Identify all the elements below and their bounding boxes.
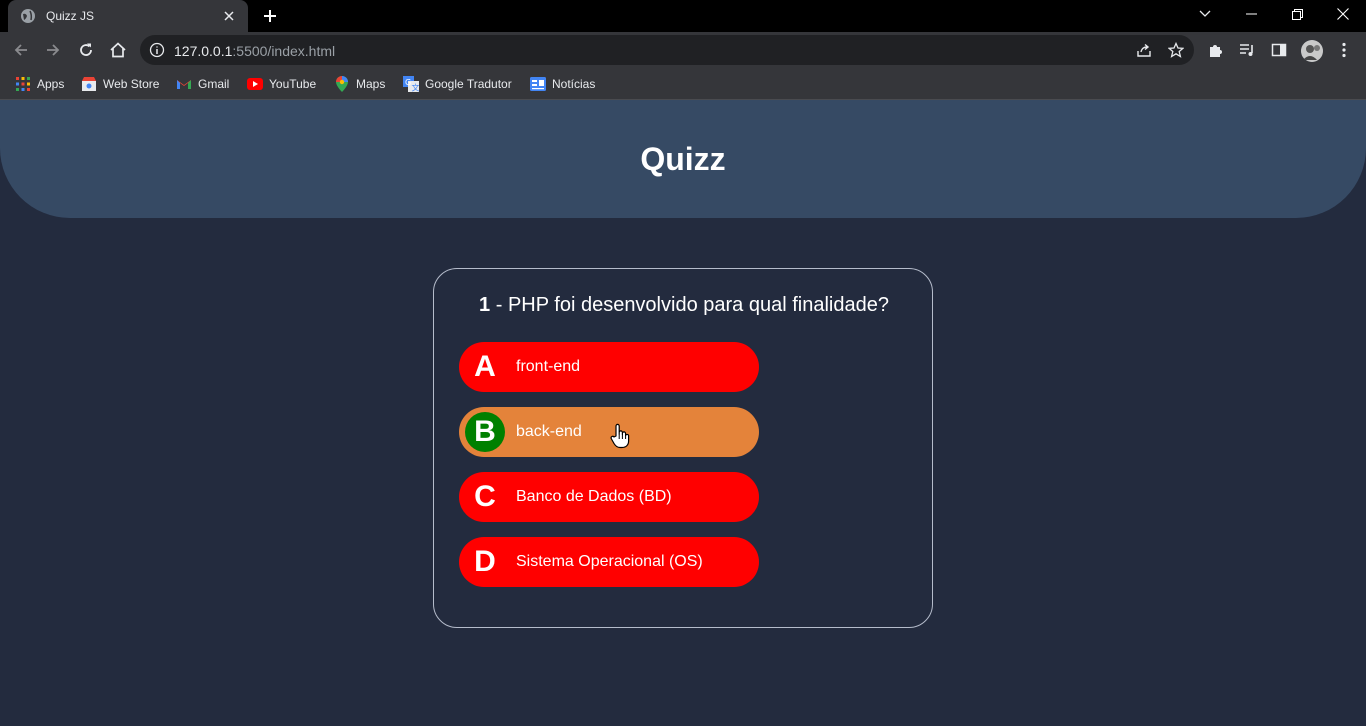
url-path: :5500/index.html bbox=[232, 43, 336, 59]
home-icon[interactable] bbox=[105, 37, 131, 63]
hand-pointer-cursor-icon bbox=[610, 423, 630, 449]
share-icon[interactable] bbox=[1135, 41, 1153, 59]
bookmark-star-icon[interactable] bbox=[1167, 41, 1185, 59]
page-title: Quizz bbox=[640, 140, 726, 177]
answer-text: back-end bbox=[516, 423, 582, 440]
address-bar[interactable]: 127.0.0.1:5500/index.html bbox=[140, 35, 1194, 65]
bookmark-label: Maps bbox=[356, 77, 386, 91]
tab-title: Quizz JS bbox=[46, 9, 95, 23]
bookmark-label: Apps bbox=[37, 77, 65, 91]
forward-icon[interactable] bbox=[40, 37, 66, 63]
profile-avatar[interactable] bbox=[1301, 40, 1323, 62]
reload-icon[interactable] bbox=[73, 37, 99, 63]
answer-text: Banco de Dados (BD) bbox=[516, 488, 672, 505]
answer-text: Sistema Operacional (OS) bbox=[516, 553, 703, 570]
google-translate-icon: G文 bbox=[403, 76, 419, 92]
url-text: 127.0.0.1:5500/index.html bbox=[174, 43, 335, 59]
answer-letter: A bbox=[474, 350, 496, 383]
bookmark-noticias[interactable]: Notícias bbox=[530, 74, 595, 94]
restore-icon[interactable] bbox=[1274, 0, 1320, 28]
new-tab-button[interactable] bbox=[258, 5, 282, 27]
answer-letter: B bbox=[465, 412, 505, 452]
tab-search-icon[interactable] bbox=[1182, 0, 1228, 28]
gmail-icon bbox=[176, 76, 192, 92]
back-icon[interactable] bbox=[8, 37, 34, 63]
side-panel-icon[interactable] bbox=[1269, 40, 1289, 60]
bookmark-label: Gmail bbox=[198, 77, 230, 91]
answer-letter: C bbox=[474, 480, 496, 513]
bookmark-label: Notícias bbox=[552, 77, 596, 91]
globe-icon bbox=[20, 8, 36, 24]
youtube-icon bbox=[247, 76, 263, 92]
minimize-icon[interactable] bbox=[1228, 0, 1274, 28]
bookmark-label: YouTube bbox=[269, 77, 317, 91]
question-body: - PHP foi desenvolvido para qual finalid… bbox=[490, 294, 889, 316]
answer-letter: D bbox=[474, 545, 496, 578]
media-queue-icon[interactable] bbox=[1237, 40, 1257, 60]
question-text: 1 - PHP foi desenvolvido para qual final… bbox=[434, 294, 934, 317]
page-header: Quizz bbox=[0, 100, 1366, 218]
web-store-icon bbox=[81, 76, 97, 92]
site-info-icon[interactable] bbox=[149, 42, 165, 58]
tab-strip: Quizz JS bbox=[0, 0, 1366, 32]
bookmark-label: Web Store bbox=[103, 77, 160, 91]
quiz-card: 1 - PHP foi desenvolvido para qual final… bbox=[433, 268, 933, 628]
bookmark-web-store[interactable]: Web Store bbox=[81, 74, 159, 94]
svg-text:G: G bbox=[405, 78, 411, 87]
svg-text:文: 文 bbox=[412, 83, 420, 93]
close-window-icon[interactable] bbox=[1320, 0, 1366, 28]
bookmark-youtube[interactable]: YouTube bbox=[247, 74, 316, 94]
news-icon bbox=[530, 76, 546, 92]
bookmark-gmail[interactable]: Gmail bbox=[176, 74, 229, 94]
answer-option-b[interactable]: B back-end bbox=[459, 407, 759, 457]
answer-option-c[interactable]: C Banco de Dados (BD) bbox=[459, 472, 759, 522]
tab-quizz-js[interactable]: Quizz JS bbox=[8, 0, 248, 32]
answer-text: front-end bbox=[516, 358, 581, 375]
bookmark-apps[interactable]: Apps bbox=[15, 74, 64, 94]
url-host: 127.0.0.1 bbox=[174, 43, 233, 59]
extensions-icon[interactable] bbox=[1206, 40, 1226, 60]
browser-toolbar: 127.0.0.1:5500/index.html bbox=[0, 32, 1366, 68]
menu-kebab-icon[interactable] bbox=[1334, 40, 1354, 60]
bookmark-label: Google Tradutor bbox=[425, 77, 512, 91]
close-tab-icon[interactable] bbox=[220, 7, 238, 25]
bookmark-maps[interactable]: Maps bbox=[334, 74, 385, 94]
apps-grid-icon bbox=[15, 76, 31, 92]
bookmark-google-tradutor[interactable]: G文 Google Tradutor bbox=[403, 74, 512, 94]
bookmarks-bar: Apps Web Store Gmail YouTube Maps G文 Goo… bbox=[0, 68, 1366, 100]
question-number: 1 bbox=[479, 294, 491, 316]
maps-icon bbox=[334, 76, 350, 92]
answer-option-a[interactable]: A front-end bbox=[459, 342, 759, 392]
answer-option-d[interactable]: D Sistema Operacional (OS) bbox=[459, 537, 759, 587]
